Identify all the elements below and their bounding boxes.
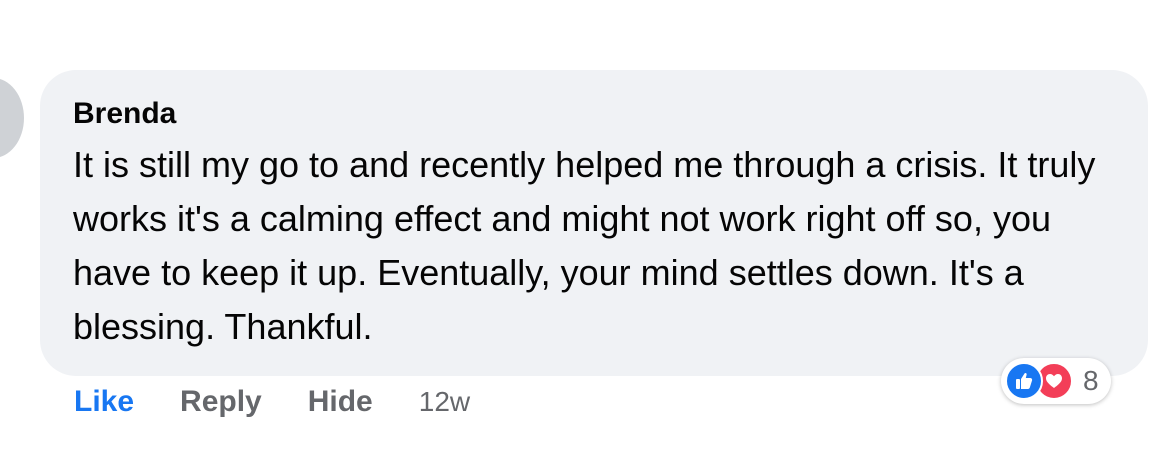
like-icon bbox=[1005, 362, 1043, 400]
comment-author[interactable]: Brenda bbox=[73, 95, 176, 133]
comment-text: It is still my go to and recently helped… bbox=[73, 144, 1096, 347]
comment-timestamp[interactable]: 12w bbox=[419, 386, 470, 418]
like-button[interactable]: Like bbox=[74, 385, 134, 419]
reply-button[interactable]: Reply bbox=[180, 385, 262, 419]
reactions-summary[interactable]: 8 bbox=[1001, 358, 1111, 404]
hide-button[interactable]: Hide bbox=[308, 385, 373, 419]
comment-actions: Like Reply Hide 12w bbox=[74, 382, 470, 422]
avatar[interactable] bbox=[0, 78, 24, 158]
reaction-count: 8 bbox=[1083, 365, 1099, 396]
